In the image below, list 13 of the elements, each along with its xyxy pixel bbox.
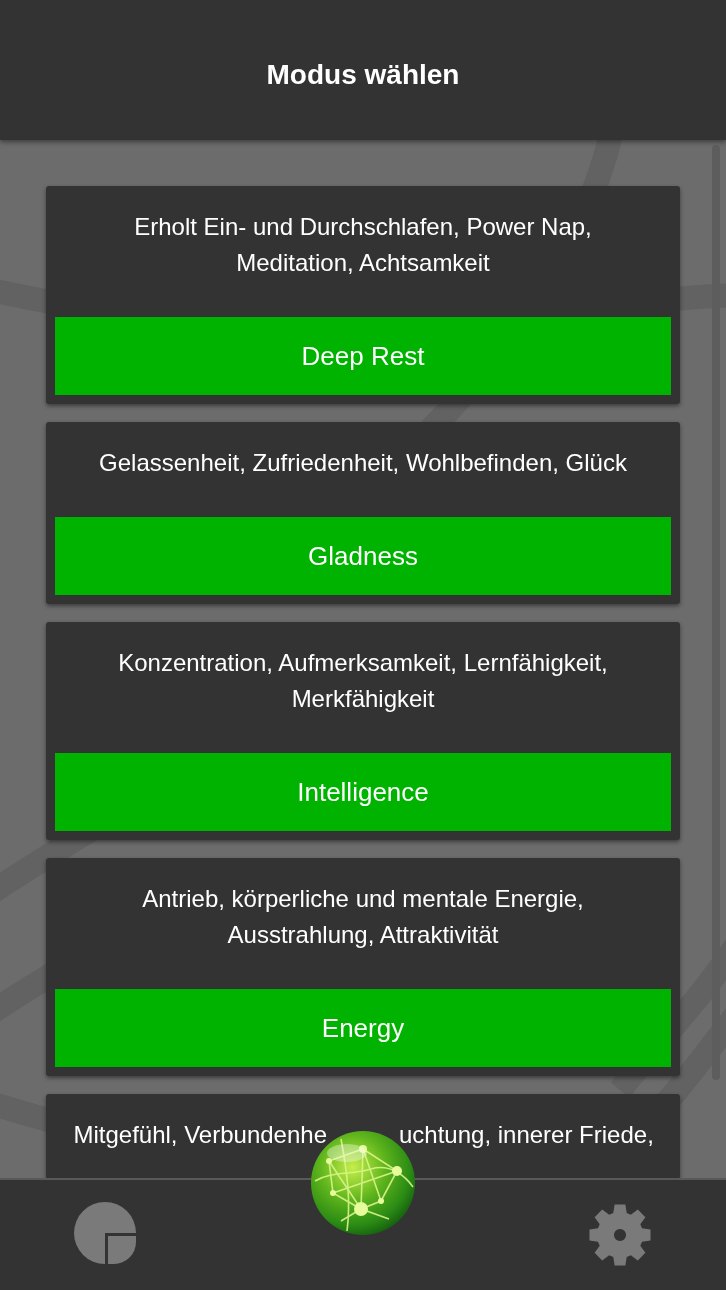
mode-button[interactable]: Energy (55, 989, 671, 1067)
mode-description: Mitgefühl, Verbundenhe (73, 1120, 327, 1150)
mode-description: Antrieb, körperliche und mentale Energie, Ausstrahlung, Attraktivität (141, 884, 585, 950)
pie-chart-icon[interactable] (74, 1202, 136, 1264)
screen-title: Modus wählen (266, 61, 460, 89)
mode-description: uchtung, innerer Friede, (399, 1120, 654, 1150)
mode-button[interactable]: Gladness (55, 517, 671, 595)
mode-description: Erholt Ein- und Durchschlafen, Power Nap, Meditation, Achtsamkeit (133, 212, 593, 278)
mode-description: Konzentration, Aufmerksamkeit, Lernfähigkeit, Merkfähigkeit (117, 648, 609, 714)
mode-button[interactable]: Deep Rest (55, 317, 671, 395)
mode-description: Gelassenheit, Zufriedenheit, Wohlbefinden, Glück (98, 448, 628, 478)
mode-button[interactable]: Intelligence (55, 753, 671, 831)
settings-icon[interactable] (589, 1204, 651, 1266)
